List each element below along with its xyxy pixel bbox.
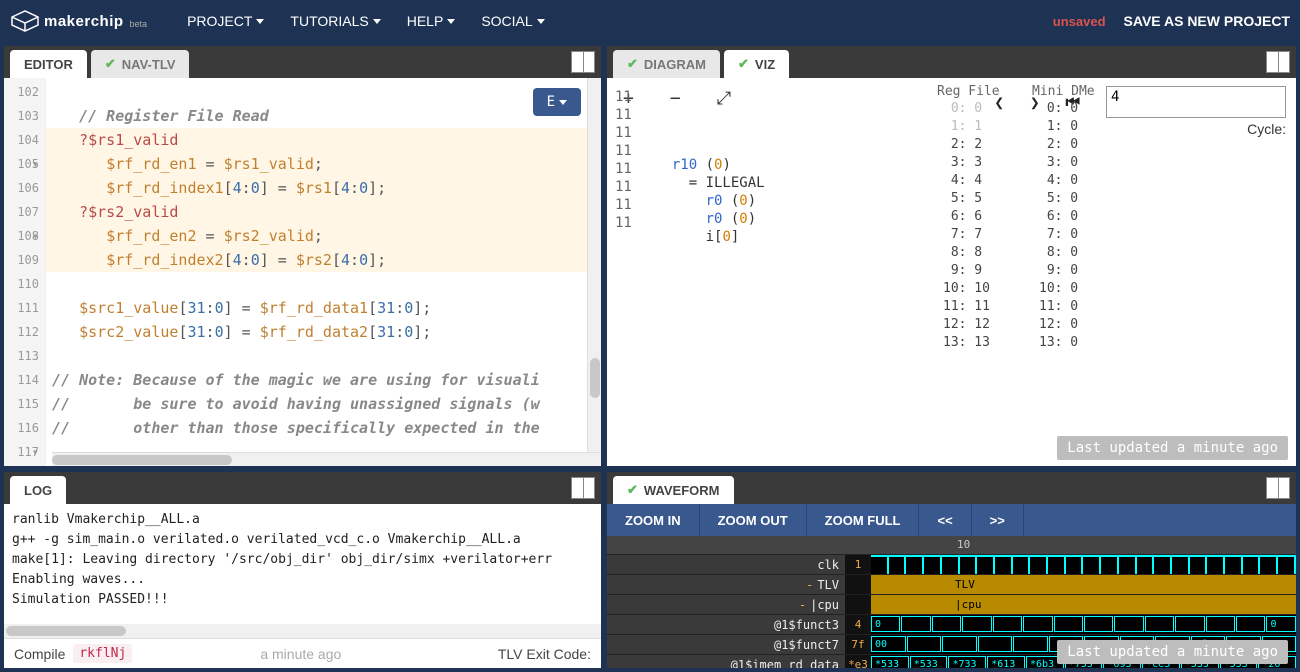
reg-file-header: Reg File <box>937 84 1000 99</box>
signal-row[interactable]: @1$funct3400 <box>607 614 1296 634</box>
top-right-actions: unsaved SAVE AS NEW PROJECT <box>1053 13 1290 29</box>
compile-id: rkflNj <box>73 644 132 663</box>
check-icon: ✔ <box>627 56 638 72</box>
signal-initial-value: 4 <box>845 615 871 634</box>
cycle-label: Cycle: <box>1247 121 1286 137</box>
chevron-down-icon <box>447 19 455 24</box>
h-scrollbar[interactable] <box>4 624 601 638</box>
cycle-input[interactable] <box>1106 86 1286 118</box>
viz-instruction: r10 (0) = ILLEGAL r0 (0) r0 (0) i[0] <box>672 156 765 246</box>
waveform-toolbar: ZOOM IN ZOOM OUT ZOOM FULL << >> <box>607 504 1296 536</box>
signal-label: |cpu <box>607 595 845 614</box>
unsaved-indicator: unsaved <box>1053 14 1106 29</box>
compile-time: a minute ago <box>260 646 341 662</box>
save-as-new-project-button[interactable]: SAVE AS NEW PROJECT <box>1124 13 1290 29</box>
main-menu: PROJECT TUTORIALS HELP SOCIAL <box>187 13 545 29</box>
signal-row[interactable]: clk1 <box>607 554 1296 574</box>
viz-panel: ✔DIAGRAM ✔VIZ + − ⤢ ❮ ❯ ⏮ Cycle: 11 11 1… <box>607 46 1296 466</box>
viz-update-badge: Last updated a minute ago <box>1057 436 1288 460</box>
signal-initial-value: 7f <box>845 635 871 654</box>
check-icon: ✔ <box>105 56 116 72</box>
signal-label: @1$funct7 <box>607 635 845 654</box>
signal-initial-value <box>845 575 871 594</box>
signal-wave <box>871 555 1296 574</box>
waveform-panel: ✔WAVEFORM ZOOM IN ZOOM OUT ZOOM FULL << … <box>607 472 1296 668</box>
zoom-out-button[interactable]: ZOOM OUT <box>700 504 807 536</box>
beta-badge: beta <box>130 19 148 29</box>
logo-text: makerchip <box>44 13 124 30</box>
signal-initial-value: 1 <box>845 555 871 574</box>
signal-initial-value: *e3 <box>845 655 871 668</box>
v-scrollbar[interactable] <box>587 78 601 452</box>
split-layout-icon[interactable] <box>571 51 595 73</box>
log-line: Enabling waves... <box>12 570 593 590</box>
forward-button[interactable]: >> <box>972 504 1024 536</box>
signal-wave: |cpu <box>871 595 1296 614</box>
log-line: Simulation PASSED!!! <box>12 590 593 610</box>
viz-tabbar: ✔DIAGRAM ✔VIZ <box>607 46 1296 78</box>
chevron-down-icon <box>559 100 567 105</box>
chevron-down-icon <box>537 19 545 24</box>
line-gutter: 102 103 104 ▾ 105 106 107 ▾ 108 109 110 … <box>4 78 46 466</box>
log-line: make[1]: Leaving directory '/src/obj_dir… <box>12 550 593 570</box>
signal-wave: 00 <box>871 615 1296 634</box>
split-layout-icon[interactable] <box>1266 477 1290 499</box>
signal-label: @1$funct3 <box>607 615 845 634</box>
log-line: ranlib Vmakerchip__ALL.a <box>12 510 593 530</box>
wave-update-badge: Last updated a minute ago <box>1057 640 1288 664</box>
logo-icon <box>10 9 40 33</box>
tab-diagram[interactable]: ✔DIAGRAM <box>613 50 720 78</box>
signal-row[interactable]: TLV TLV <box>607 574 1296 594</box>
log-line: g++ -g sim_main.o verilated.o verilated_… <box>12 530 593 550</box>
tab-viz[interactable]: ✔VIZ <box>724 50 789 78</box>
check-icon: ✔ <box>627 482 638 498</box>
log-tabbar: LOG <box>4 472 601 504</box>
viz-canvas[interactable]: + − ⤢ ❮ ❯ ⏮ Cycle: 11 11 11 11 11 11 11 … <box>607 78 1296 466</box>
tab-log[interactable]: LOG <box>10 476 66 504</box>
waveform-tabbar: ✔WAVEFORM <box>607 472 1296 504</box>
h-scrollbar[interactable] <box>52 452 601 466</box>
check-icon: ✔ <box>738 56 749 72</box>
time-ruler: 10 <box>607 536 1296 554</box>
split-layout-icon[interactable] <box>571 477 595 499</box>
editor-panel: EDITOR ✔NAV-TLV 102 103 104 ▾ 105 106 10… <box>4 46 601 466</box>
menu-help[interactable]: HELP <box>407 13 456 29</box>
dmem-list: 0: 0 1: 0 2: 0 3: 0 4: 0 5: 0 6: 0 7: 0 … <box>1039 100 1078 352</box>
code-body[interactable]: // Register File Read ?$rs1_valid $rf_rd… <box>46 78 601 466</box>
signal-label: clk <box>607 555 845 574</box>
chevron-down-icon <box>256 19 264 24</box>
viz-left-ids: 11 11 11 11 11 11 11 11 <box>615 88 632 246</box>
split-layout-icon[interactable] <box>1266 51 1290 73</box>
exit-code-label: TLV Exit Code: <box>498 646 591 662</box>
code-editor[interactable]: 102 103 104 ▾ 105 106 107 ▾ 108 109 110 … <box>4 78 601 466</box>
log-footer: Compile rkflNj a minute ago TLV Exit Cod… <box>4 638 601 668</box>
signal-wave: TLV <box>871 575 1296 594</box>
log-panel: LOG ranlib Vmakerchip__ALL.a g++ -g sim_… <box>4 472 601 668</box>
tab-editor[interactable]: EDITOR <box>10 50 87 78</box>
e-dropdown-button[interactable]: E <box>533 88 581 116</box>
signal-initial-value <box>845 595 871 614</box>
zoom-in-button[interactable]: ZOOM IN <box>607 504 700 536</box>
waveform-viewer[interactable]: 10 clk1TLVTLV|cpu|cpu@1$funct3400@1$func… <box>607 536 1296 668</box>
top-menu-bar: makerchip beta PROJECT TUTORIALS HELP SO… <box>0 0 1300 42</box>
compile-label: Compile <box>14 646 65 662</box>
logo[interactable]: makerchip beta <box>10 9 147 33</box>
editor-tabbar: EDITOR ✔NAV-TLV <box>4 46 601 78</box>
menu-project[interactable]: PROJECT <box>187 13 264 29</box>
rewind-button[interactable]: << <box>919 504 971 536</box>
reg-file-list: 0: 0 1: 1 2: 2 3: 3 4: 4 5: 5 6: 6 7: 7 … <box>943 100 990 352</box>
tab-nav-tlv[interactable]: ✔NAV-TLV <box>91 50 190 78</box>
dmem-header: Mini DMe <box>1032 84 1095 99</box>
signal-row[interactable]: |cpu |cpu <box>607 594 1296 614</box>
signal-label: @1$imem_rd_data <box>607 655 845 668</box>
signal-label: TLV <box>607 575 845 594</box>
menu-tutorials[interactable]: TUTORIALS <box>290 13 380 29</box>
chevron-down-icon <box>373 19 381 24</box>
zoom-full-button[interactable]: ZOOM FULL <box>807 504 920 536</box>
log-output[interactable]: ranlib Vmakerchip__ALL.a g++ -g sim_main… <box>4 504 601 638</box>
menu-social[interactable]: SOCIAL <box>481 13 544 29</box>
tab-waveform[interactable]: ✔WAVEFORM <box>613 476 734 504</box>
